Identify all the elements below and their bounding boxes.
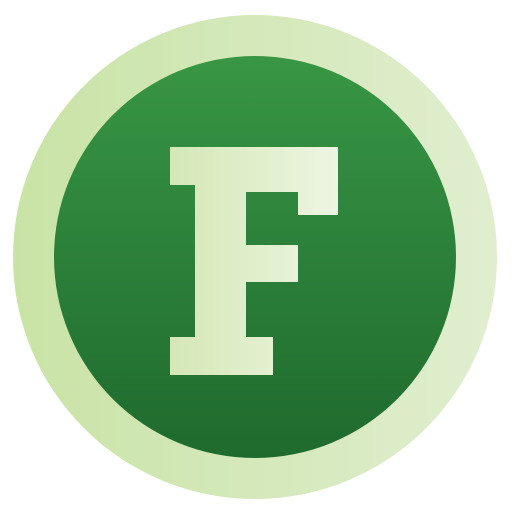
app-icon[interactable]: F <box>0 0 512 512</box>
app-icon-graphic <box>13 15 497 499</box>
